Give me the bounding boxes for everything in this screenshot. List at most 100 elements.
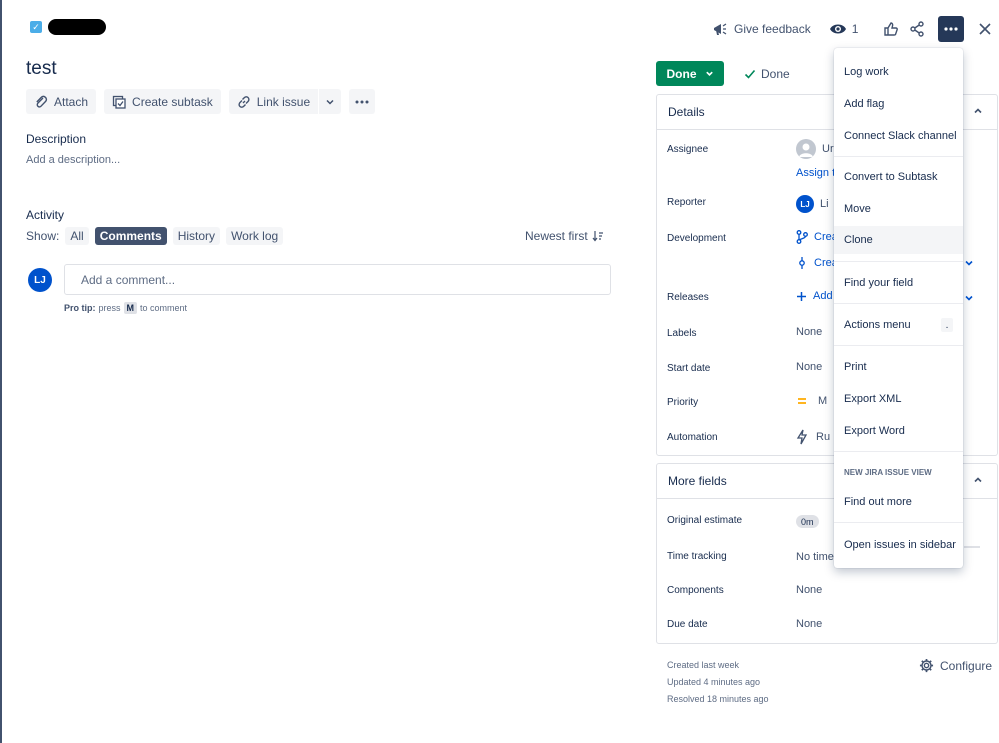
menu-item-convert-subtask[interactable]: Convert to Subtask xyxy=(834,163,963,191)
create-subtask-button[interactable]: Create subtask xyxy=(104,89,221,114)
close-button[interactable] xyxy=(972,16,998,42)
gear-icon xyxy=(919,658,934,673)
reporter-name: Li xyxy=(820,198,829,210)
original-estimate-value[interactable]: 0m xyxy=(796,515,819,528)
filter-all[interactable]: All xyxy=(65,227,89,245)
components-value[interactable]: None xyxy=(796,584,822,596)
actions-menu-shortcut: . xyxy=(941,318,953,332)
chevron-down-icon[interactable] xyxy=(964,292,974,306)
create-commit-link[interactable]: Crea xyxy=(796,256,838,270)
avatar: LJ xyxy=(28,268,52,292)
issue-toolbar: Attach Create subtask Link issue xyxy=(26,89,376,114)
watch-button[interactable]: 1 xyxy=(829,22,859,36)
start-date-value[interactable]: None xyxy=(796,361,822,373)
assign-to-me-link[interactable]: Assign t xyxy=(796,167,835,179)
reporter-label: Reporter xyxy=(667,197,706,208)
issue-title[interactable]: test xyxy=(26,58,57,80)
close-icon xyxy=(979,23,991,35)
automation-label: Automation xyxy=(667,432,718,443)
filter-comments[interactable]: Comments xyxy=(94,227,167,245)
avatar: LJ xyxy=(796,195,814,213)
chevron-down-icon[interactable] xyxy=(964,257,974,271)
original-estimate-label: Original estimate xyxy=(667,515,743,526)
like-button[interactable] xyxy=(878,16,904,42)
development-label: Development xyxy=(667,233,726,244)
issue-type-icon: ✓ xyxy=(30,21,42,33)
watch-count: 1 xyxy=(851,22,859,36)
subtask-icon xyxy=(112,95,126,109)
releases-label: Releases xyxy=(667,292,709,303)
priority-value[interactable]: M xyxy=(796,395,827,407)
sort-order-button[interactable]: Newest first xyxy=(525,229,604,243)
chevron-up-icon[interactable] xyxy=(973,475,983,488)
due-date-value[interactable]: None xyxy=(796,618,822,630)
start-date-label: Start date xyxy=(667,363,711,374)
components-label: Components xyxy=(667,585,724,596)
lightning-icon xyxy=(796,429,808,445)
resolution-label: Done xyxy=(761,67,790,81)
filter-work-log[interactable]: Work log xyxy=(226,227,284,245)
assignee-label: Assignee xyxy=(667,144,709,155)
priority-medium-icon xyxy=(798,398,806,404)
menu-item-export-xml[interactable]: Export XML xyxy=(834,385,963,413)
menu-item-connect-slack[interactable]: Connect Slack channel xyxy=(834,122,963,150)
priority-name: M xyxy=(818,395,828,407)
create-subtask-label: Create subtask xyxy=(132,94,213,109)
top-actions: Give feedback 1 xyxy=(712,16,998,42)
pro-tip-key: M xyxy=(123,302,138,314)
give-feedback-label: Give feedback xyxy=(734,22,811,36)
chevron-down-icon xyxy=(326,99,334,105)
checkmark-icon xyxy=(744,69,756,79)
pro-tip-prefix: Pro tip: xyxy=(64,303,96,313)
comment-input[interactable]: Add a comment... xyxy=(64,264,611,295)
chevron-up-icon[interactable] xyxy=(973,106,983,119)
share-icon xyxy=(910,21,925,37)
labels-value[interactable]: None xyxy=(796,326,822,338)
menu-item-open-sidebar[interactable]: Open issues in sidebar xyxy=(834,531,963,559)
menu-item-print[interactable]: Print xyxy=(834,353,963,381)
priority-label: Priority xyxy=(667,397,699,408)
menu-item-export-word[interactable]: Export Word xyxy=(834,417,963,445)
menu-divider xyxy=(834,451,963,452)
more-fields-title: More fields xyxy=(668,474,727,488)
add-release-label: Add xyxy=(813,290,833,302)
commit-icon xyxy=(799,257,805,269)
menu-item-find-field[interactable]: Find your field xyxy=(834,269,963,297)
issue-key[interactable]: ✓ xyxy=(30,19,106,35)
assignee-value[interactable]: Ur xyxy=(796,139,834,159)
attach-button[interactable]: Attach xyxy=(26,89,97,114)
menu-item-actions-menu[interactable]: Actions menu . xyxy=(834,311,963,339)
link-issue-split: Link issue xyxy=(228,89,342,114)
link-issue-dropdown[interactable] xyxy=(319,89,342,114)
create-branch-link[interactable]: Crea xyxy=(796,230,838,244)
automation-value[interactable]: Ru xyxy=(796,429,830,445)
link-icon xyxy=(238,95,250,108)
paperclip-icon xyxy=(36,95,48,108)
more-actions-menu: Log work Add flag Connect Slack channel … xyxy=(834,48,963,568)
share-button[interactable] xyxy=(904,16,930,42)
description-heading: Description xyxy=(26,132,87,146)
menu-item-log-work[interactable]: Log work xyxy=(834,58,963,86)
link-issue-button[interactable]: Link issue xyxy=(228,89,319,114)
configure-label: Configure xyxy=(940,658,993,673)
toolbar-more-button[interactable] xyxy=(349,89,376,114)
reporter-value[interactable]: LJ Li xyxy=(796,195,829,213)
description-placeholder[interactable]: Add a description... xyxy=(26,154,120,166)
assignee-name: Ur xyxy=(822,143,834,155)
menu-divider xyxy=(834,522,963,523)
time-tracking-value[interactable]: No time xyxy=(796,551,834,563)
redacted-issue-key xyxy=(48,19,106,35)
filter-history[interactable]: History xyxy=(172,227,221,245)
give-feedback-button[interactable]: Give feedback xyxy=(712,21,811,37)
more-actions-button[interactable] xyxy=(938,16,965,42)
resolved-timestamp: Resolved 18 minutes ago xyxy=(667,694,769,704)
add-release-link[interactable]: Add xyxy=(796,290,833,302)
attach-label: Attach xyxy=(54,94,89,109)
menu-item-move[interactable]: Move xyxy=(834,195,963,223)
configure-button[interactable]: Configure xyxy=(919,658,992,673)
status-button[interactable]: Done xyxy=(656,61,724,86)
menu-divider xyxy=(834,345,963,346)
menu-item-find-out-more[interactable]: Find out more xyxy=(834,488,963,516)
menu-item-add-flag[interactable]: Add flag xyxy=(834,90,963,118)
menu-item-clone[interactable]: Clone xyxy=(834,226,963,254)
